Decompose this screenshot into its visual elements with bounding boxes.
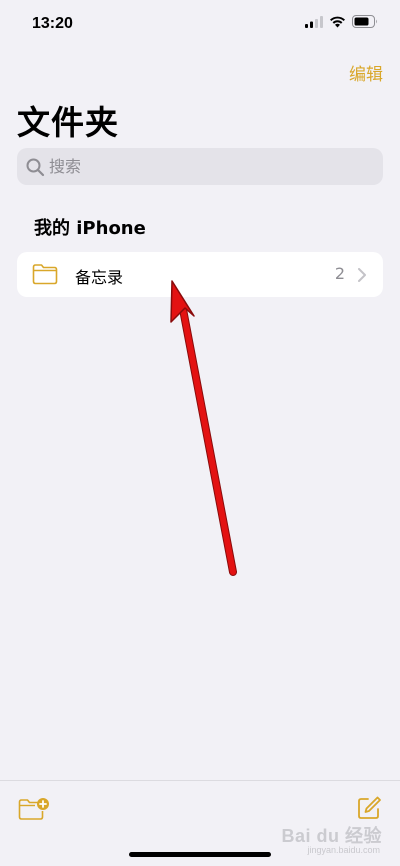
compose-icon[interactable] <box>356 795 382 821</box>
search-bar[interactable] <box>17 148 383 185</box>
new-folder-icon[interactable] <box>18 796 50 822</box>
battery-icon <box>352 15 377 28</box>
folder-count: 2 <box>334 264 345 283</box>
search-input[interactable] <box>49 157 349 176</box>
status-bar: 13:20 <box>0 0 400 50</box>
search-icon <box>25 157 45 177</box>
watermark-url: jingyan.baidu.com <box>307 845 380 855</box>
notes-folders-screen: 13:20 编辑 文件夹 搜索 我的 iPhone 备忘录 2 Bai du 经… <box>0 0 400 866</box>
folder-icon <box>32 264 58 285</box>
edit-button[interactable]: 编辑 <box>349 60 383 85</box>
section-header-my-iphone: 我的 iPhone <box>34 218 146 239</box>
folder-row-notes[interactable]: 备忘录 2 <box>17 252 383 297</box>
page-title: 文件夹 <box>17 103 119 142</box>
status-icons <box>305 15 378 28</box>
signal-icon <box>305 15 323 28</box>
folder-name: 备忘录 <box>75 268 124 287</box>
chevron-right-icon <box>358 268 366 282</box>
home-indicator[interactable] <box>129 852 271 857</box>
status-time: 13:20 <box>32 15 73 32</box>
wifi-icon <box>330 16 345 27</box>
